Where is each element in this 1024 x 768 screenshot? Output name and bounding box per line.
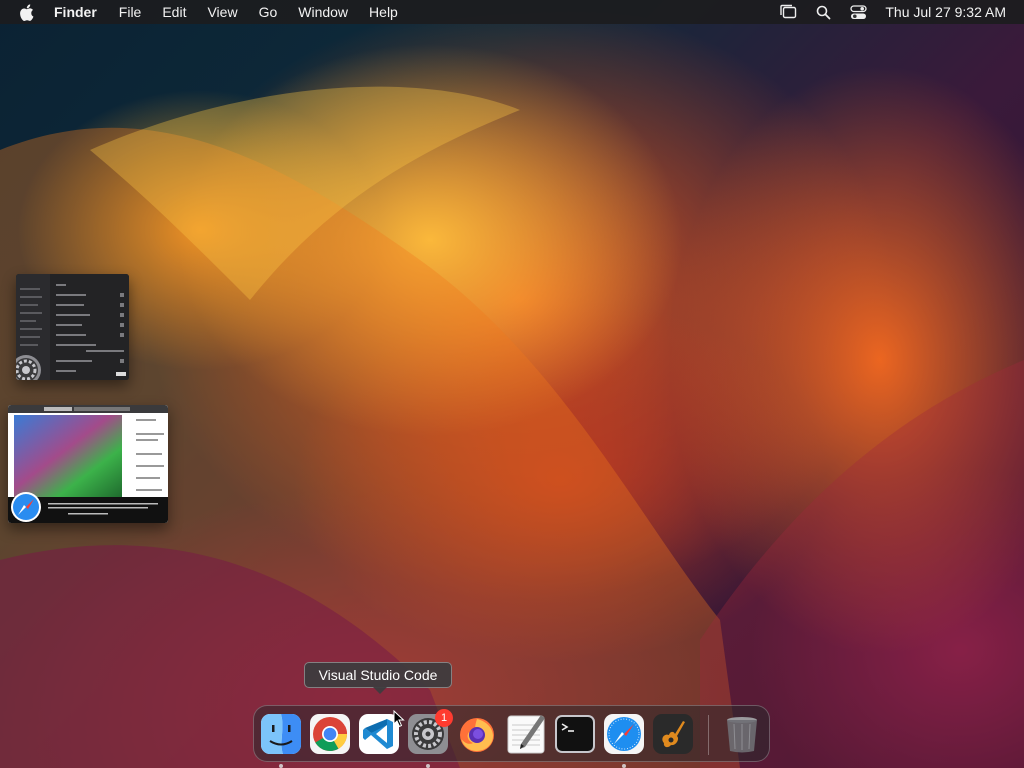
menu-file[interactable]: File — [119, 0, 142, 24]
desktop-wallpaper — [0, 0, 1024, 768]
dock-item-firefox[interactable] — [456, 713, 498, 755]
running-indicator — [622, 764, 626, 768]
safari-icon — [604, 714, 644, 754]
stage-manager-window-safari[interactable] — [8, 405, 168, 523]
safari-icon — [10, 491, 42, 523]
stage-manager-window-system-settings[interactable] — [16, 274, 129, 380]
finder-icon — [261, 714, 301, 754]
menu-app-name[interactable]: Finder — [54, 0, 97, 24]
dock-item-trash[interactable] — [721, 713, 763, 755]
menu-clock[interactable]: Thu Jul 27 9:32 AM — [885, 4, 1006, 20]
apple-menu-icon[interactable] — [16, 2, 36, 22]
dock: 1 — [253, 705, 770, 768]
dock-item-safari[interactable] — [603, 713, 645, 768]
dock-item-system-settings[interactable]: 1 — [407, 709, 453, 768]
system-settings-icon — [16, 354, 42, 380]
running-indicator — [426, 764, 430, 768]
running-indicator — [279, 764, 283, 768]
textedit-icon — [507, 715, 545, 754]
notification-badge: 1 — [435, 709, 453, 727]
dock-item-garageband[interactable] — [652, 713, 694, 755]
dock-item-finder[interactable] — [260, 713, 302, 768]
terminal-icon — [555, 715, 595, 753]
menu-bar: Finder File Edit View Go Window Help Thu… — [0, 0, 1024, 24]
menu-window[interactable]: Window — [298, 0, 348, 24]
mouse-cursor-icon — [393, 709, 405, 733]
search-icon[interactable] — [814, 3, 832, 21]
trash-icon — [727, 717, 757, 753]
firefox-icon — [460, 718, 494, 752]
menu-edit[interactable]: Edit — [162, 0, 186, 24]
chrome-icon — [310, 714, 350, 754]
menu-view[interactable]: View — [207, 0, 237, 24]
stage-manager-icon[interactable] — [779, 3, 797, 21]
dock-item-chrome[interactable] — [309, 713, 351, 755]
wallpaper-waves — [0, 86, 1024, 768]
dock-tooltip: Visual Studio Code — [304, 662, 452, 694]
menu-help[interactable]: Help — [369, 0, 398, 24]
control-center-icon[interactable] — [849, 3, 867, 21]
menu-go[interactable]: Go — [259, 0, 278, 24]
dock-item-textedit[interactable] — [505, 713, 547, 755]
garageband-icon — [653, 714, 693, 754]
dock-separator — [708, 715, 709, 755]
dock-item-terminal[interactable] — [554, 713, 596, 755]
